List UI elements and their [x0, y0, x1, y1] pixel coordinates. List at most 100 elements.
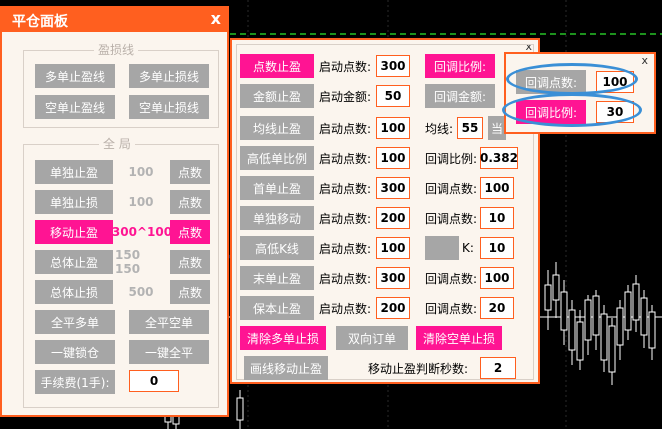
- start-points-input[interactable]: 300: [376, 267, 410, 289]
- pullback-ratio-input[interactable]: 0.382: [480, 147, 518, 169]
- trailing-take-profit-unit-button[interactable]: 点数: [170, 220, 210, 244]
- start-points-input[interactable]: 200: [376, 297, 410, 319]
- candle-body: [236, 397, 244, 421]
- single-stop-loss-unit-button[interactable]: 点数: [170, 190, 210, 214]
- two-way-order-button[interactable]: 双向订单: [336, 326, 408, 350]
- trailing-seconds-input[interactable]: 2: [480, 357, 516, 379]
- profit-loss-lines-group-label: 盈损线: [94, 41, 139, 58]
- total-take-profit-unit-button[interactable]: 点数: [170, 250, 210, 274]
- row-label: 启动点数:: [319, 271, 372, 286]
- row-label: 启动金额:: [319, 89, 372, 104]
- clear-long-stop-loss-button[interactable]: 清除多单止损: [240, 326, 326, 350]
- draw-line-trailing-button[interactable]: 画线移动止盈: [244, 356, 328, 380]
- start-points-input[interactable]: 300: [376, 177, 410, 199]
- candle-body: [592, 295, 600, 336]
- ma-take-profit-button[interactable]: 均线止盈: [240, 116, 314, 140]
- pullback-points-input[interactable]: 100: [480, 267, 514, 289]
- row-label: 启动点数:: [319, 181, 372, 196]
- trailing-take-profit-value: 300^100: [111, 225, 173, 239]
- ma-label: 均线:: [425, 121, 454, 136]
- row-label: 启动点数:: [319, 121, 372, 136]
- first-order-take-profit-button[interactable]: 首单止盈: [240, 176, 314, 200]
- panel-title: 平仓面板: [12, 14, 68, 30]
- clear-short-stop-loss-button[interactable]: 清除空单止损: [416, 326, 502, 350]
- pullback-ratio-button[interactable]: 回调比例:: [425, 54, 495, 78]
- start-points-input[interactable]: 100: [376, 117, 410, 139]
- single-take-profit-unit-button[interactable]: 点数: [170, 160, 210, 184]
- fee-input[interactable]: 0: [129, 370, 179, 392]
- close-position-panel: 平仓面板 x 盈损线 多单止盈线 多单止损线 空单止盈线 空单止损线 全 局 单…: [0, 6, 229, 417]
- trailing-seconds-label: 移动止盈判断秒数:: [368, 361, 469, 376]
- candle-body: [600, 313, 608, 361]
- candle-body: [624, 291, 632, 331]
- pullback-ratio-label: 回调比例:: [425, 151, 478, 166]
- total-stop-loss-value: 500: [128, 285, 154, 299]
- amount-take-profit-button[interactable]: 金额止盈: [240, 84, 314, 108]
- row-label: 启动点数:: [319, 301, 372, 316]
- k-line-period-button[interactable]: [425, 236, 459, 260]
- single-take-profit-value: 100: [128, 165, 154, 179]
- trailing-take-profit-button[interactable]: 移动止盈: [35, 220, 113, 244]
- single-stop-loss-value: 100: [128, 195, 154, 209]
- candle-body: [616, 307, 624, 346]
- pullback-points-label: 回调点数:: [425, 211, 478, 226]
- start-amount-input[interactable]: 50: [376, 85, 410, 107]
- k-value-input[interactable]: 10: [480, 237, 514, 259]
- candle-body: [584, 299, 592, 341]
- row-label: 启动点数:: [319, 241, 372, 256]
- start-points-input[interactable]: 200: [376, 207, 410, 229]
- candle-body: [608, 325, 616, 373]
- close-all-short-button[interactable]: 全平空单: [129, 310, 209, 334]
- close-icon[interactable]: x: [641, 54, 648, 67]
- row-label: 启动点数:: [319, 151, 372, 166]
- points-take-profit-button[interactable]: 点数止盈: [240, 54, 314, 78]
- pullback-points-label: 回调点数:: [425, 181, 478, 196]
- k-label: K:: [462, 241, 474, 255]
- one-click-close-all-button[interactable]: 一键全平: [129, 340, 209, 364]
- breakeven-take-profit-button[interactable]: 保本止盈: [240, 296, 314, 320]
- one-click-lock-button[interactable]: 一键锁仓: [35, 340, 115, 364]
- row-label: 启动点数:: [319, 211, 372, 226]
- candle-body: [560, 291, 568, 331]
- candle-body: [648, 311, 656, 349]
- pullback-points-input[interactable]: 100: [480, 177, 514, 199]
- short-take-profit-line-button[interactable]: 空单止盈线: [35, 95, 115, 119]
- take-profit-settings-panel: x 点数止盈 启动点数: 300 回调比例: 金额止盈 启动金额: 50 回调金…: [230, 38, 540, 384]
- highlight-ellipse: [506, 63, 638, 95]
- start-points-input[interactable]: 300: [376, 55, 410, 77]
- row-label: 启动点数:: [319, 59, 372, 74]
- start-points-input[interactable]: 100: [376, 147, 410, 169]
- pullback-points-label: 回调点数:: [425, 301, 478, 316]
- close-all-long-button[interactable]: 全平多单: [35, 310, 115, 334]
- short-stop-loss-line-button[interactable]: 空单止损线: [129, 95, 209, 119]
- candle-body: [552, 274, 560, 301]
- single-take-profit-button[interactable]: 单独止盈: [35, 160, 113, 184]
- total-take-profit-value: 150 150: [115, 248, 141, 276]
- pullback-points-input[interactable]: 20: [480, 297, 514, 319]
- pullback-amount-button[interactable]: 回调金额:: [425, 84, 495, 108]
- candle-body: [640, 297, 648, 336]
- single-trailing-button[interactable]: 单独移动: [240, 206, 314, 230]
- last-order-take-profit-button[interactable]: 末单止盈: [240, 266, 314, 290]
- pullback-points-label: 回调点数:: [425, 271, 478, 286]
- fee-label-button[interactable]: 手续费(1手):: [35, 370, 115, 394]
- highlight-ellipse: [502, 93, 642, 127]
- candle-body: [632, 283, 640, 321]
- single-stop-loss-button[interactable]: 单独止损: [35, 190, 113, 214]
- high-low-k-line-button[interactable]: 高低K线: [240, 236, 314, 260]
- global-group-label: 全 局: [99, 135, 135, 152]
- total-stop-loss-button[interactable]: 总体止损: [35, 280, 113, 304]
- pullback-points-input[interactable]: 10: [480, 207, 514, 229]
- close-icon[interactable]: x: [211, 9, 221, 28]
- long-stop-loss-line-button[interactable]: 多单止损线: [129, 64, 209, 88]
- candle-body: [544, 284, 552, 311]
- start-points-input[interactable]: 100: [376, 237, 410, 259]
- ma-period-input[interactable]: 55: [457, 117, 483, 139]
- total-take-profit-button[interactable]: 总体止盈: [35, 250, 113, 274]
- candle-body: [568, 309, 576, 351]
- high-low-ratio-button[interactable]: 高低单比例: [240, 146, 314, 170]
- candle-body: [576, 321, 584, 361]
- long-take-profit-line-button[interactable]: 多单止盈线: [35, 64, 115, 88]
- panel-title-bar: 平仓面板 x: [2, 8, 227, 32]
- total-stop-loss-unit-button[interactable]: 点数: [170, 280, 210, 304]
